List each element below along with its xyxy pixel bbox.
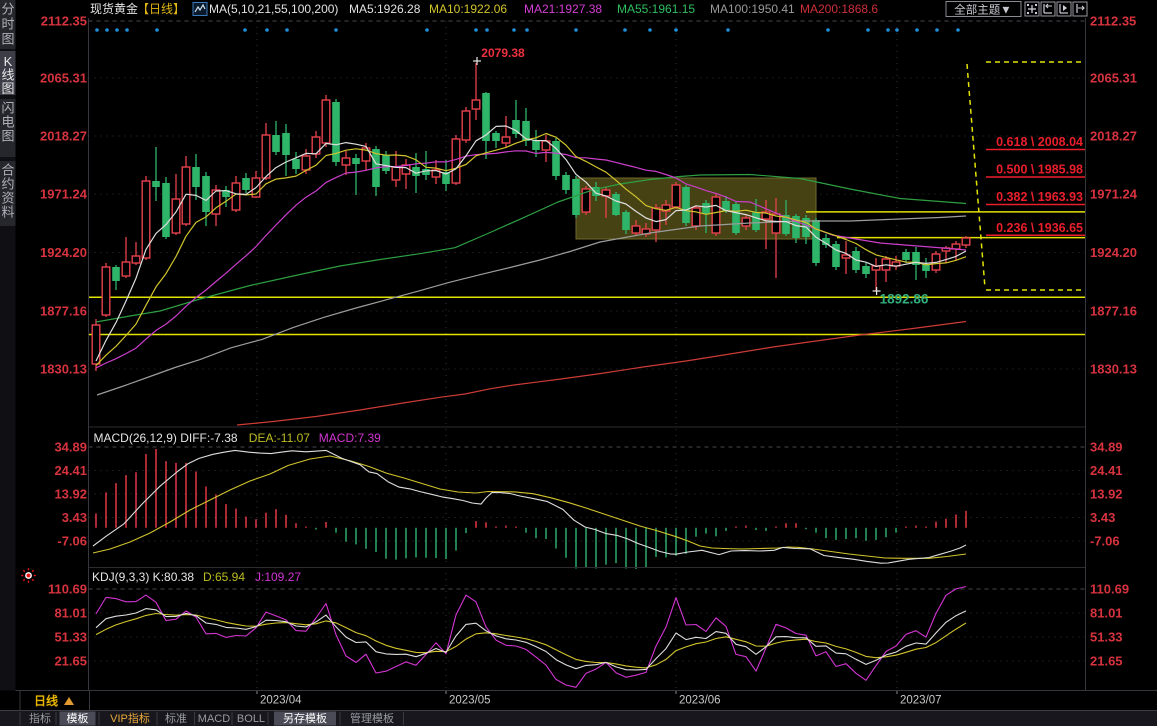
svg-text:2018.27: 2018.27 [1090,129,1137,144]
svg-text:2023/06: 2023/06 [679,695,721,707]
svg-text:闪: 闪 [1,101,14,116]
svg-text:2018.27: 2018.27 [40,129,87,144]
svg-text:标准: 标准 [165,711,187,725]
svg-text:34.89: 34.89 [54,440,87,455]
svg-text:2065.31: 2065.31 [1090,71,1137,86]
svg-text:1924.20: 1924.20 [40,245,87,260]
svg-text:MA100:1950.41: MA100:1950.41 [710,2,795,16]
svg-text:MA5:1926.28: MA5:1926.28 [349,2,421,16]
svg-text:电: 电 [1,115,14,130]
svg-text:时: 时 [1,17,14,32]
svg-text:1877.16: 1877.16 [40,304,87,319]
svg-text:13.92: 13.92 [1090,487,1123,502]
svg-text:24.41: 24.41 [54,463,87,478]
svg-text:-7.06: -7.06 [1090,534,1120,549]
svg-text:1971.24: 1971.24 [40,187,88,202]
svg-text:MA(5,10,21,55,100,200): MA(5,10,21,55,100,200) [209,2,338,16]
svg-text:2079.38: 2079.38 [481,46,525,60]
svg-text:1892.86: 1892.86 [880,292,929,307]
svg-text:1924.20: 1924.20 [1090,245,1137,260]
svg-text:81.01: 81.01 [54,606,87,621]
svg-text:81.01: 81.01 [1090,606,1123,621]
svg-text:0.500 \ 1985.98: 0.500 \ 1985.98 [996,163,1083,177]
svg-text:现货黄金: 现货黄金 [90,1,138,16]
svg-text:图: 图 [1,81,14,96]
svg-text:料: 料 [1,205,14,220]
svg-text:2023/04: 2023/04 [260,695,302,707]
svg-text:21.65: 21.65 [54,654,87,669]
svg-text:MACD:7.39: MACD:7.39 [319,431,381,445]
svg-text:24.41: 24.41 [1090,463,1123,478]
svg-text:MA21:1927.38: MA21:1927.38 [524,2,602,16]
svg-text:图: 图 [1,129,14,144]
svg-text:MACD(26,12,9) DIFF:-7.38: MACD(26,12,9) DIFF:-7.38 [94,431,238,445]
svg-text:51.33: 51.33 [54,630,87,645]
svg-text:合: 合 [1,163,14,178]
svg-text:1971.24: 1971.24 [1090,187,1138,202]
svg-text:0.618 \ 2008.04: 0.618 \ 2008.04 [996,135,1083,149]
svg-text:2065.31: 2065.31 [40,71,87,86]
svg-text:分: 分 [1,2,14,17]
svg-text:管理模板: 管理模板 [350,711,394,725]
svg-text:2023/05: 2023/05 [449,695,491,707]
svg-text:资: 资 [1,191,14,206]
svg-text:110.69: 110.69 [48,582,87,597]
svg-text:MA200:1868.6: MA200:1868.6 [800,2,878,16]
svg-text:1830.13: 1830.13 [40,362,87,377]
svg-text:MA55:1961.15: MA55:1961.15 [617,2,695,16]
svg-text:KDJ(9,3,3) K:80.38: KDJ(9,3,3) K:80.38 [92,570,194,584]
svg-text:2023/07: 2023/07 [900,695,942,707]
svg-text:110.69: 110.69 [1090,582,1129,597]
svg-text:1877.16: 1877.16 [1090,304,1137,319]
svg-text:51.33: 51.33 [1090,630,1123,645]
svg-text:13.92: 13.92 [54,487,87,502]
svg-text:指标: 指标 [29,711,51,725]
svg-text:约: 约 [1,177,14,192]
svg-text:21.65: 21.65 [1090,654,1123,669]
svg-text:-7.06: -7.06 [57,534,87,549]
svg-text:3.43: 3.43 [1090,510,1115,525]
svg-text:2112.35: 2112.35 [1090,14,1136,29]
svg-text:模板: 模板 [67,711,89,725]
svg-text:另存模板: 另存模板 [283,711,327,725]
svg-text:3.43: 3.43 [62,510,87,525]
svg-text:0.382 \ 1963.93: 0.382 \ 1963.93 [996,190,1083,204]
svg-text:J:109.27: J:109.27 [255,570,301,584]
svg-text:BOLL: BOLL [237,713,265,725]
svg-text:VIP指标: VIP指标 [110,711,150,725]
svg-text:0.236 \ 1936.65: 0.236 \ 1936.65 [996,221,1083,235]
svg-text:图: 图 [1,32,14,47]
svg-text:全部主题▼: 全部主题▼ [954,3,1011,17]
svg-text:MA10:1922.06: MA10:1922.06 [429,2,507,16]
svg-text:MACD: MACD [198,713,230,725]
svg-text:D:65.94: D:65.94 [203,570,245,584]
svg-text:【日线】: 【日线】 [137,2,185,16]
svg-text:DEA:-11.07: DEA:-11.07 [249,431,310,445]
svg-text:2112.35: 2112.35 [41,14,87,29]
svg-text:34.89: 34.89 [1090,440,1123,455]
svg-text:日线: 日线 [34,693,58,708]
svg-text:1830.13: 1830.13 [1090,362,1137,377]
